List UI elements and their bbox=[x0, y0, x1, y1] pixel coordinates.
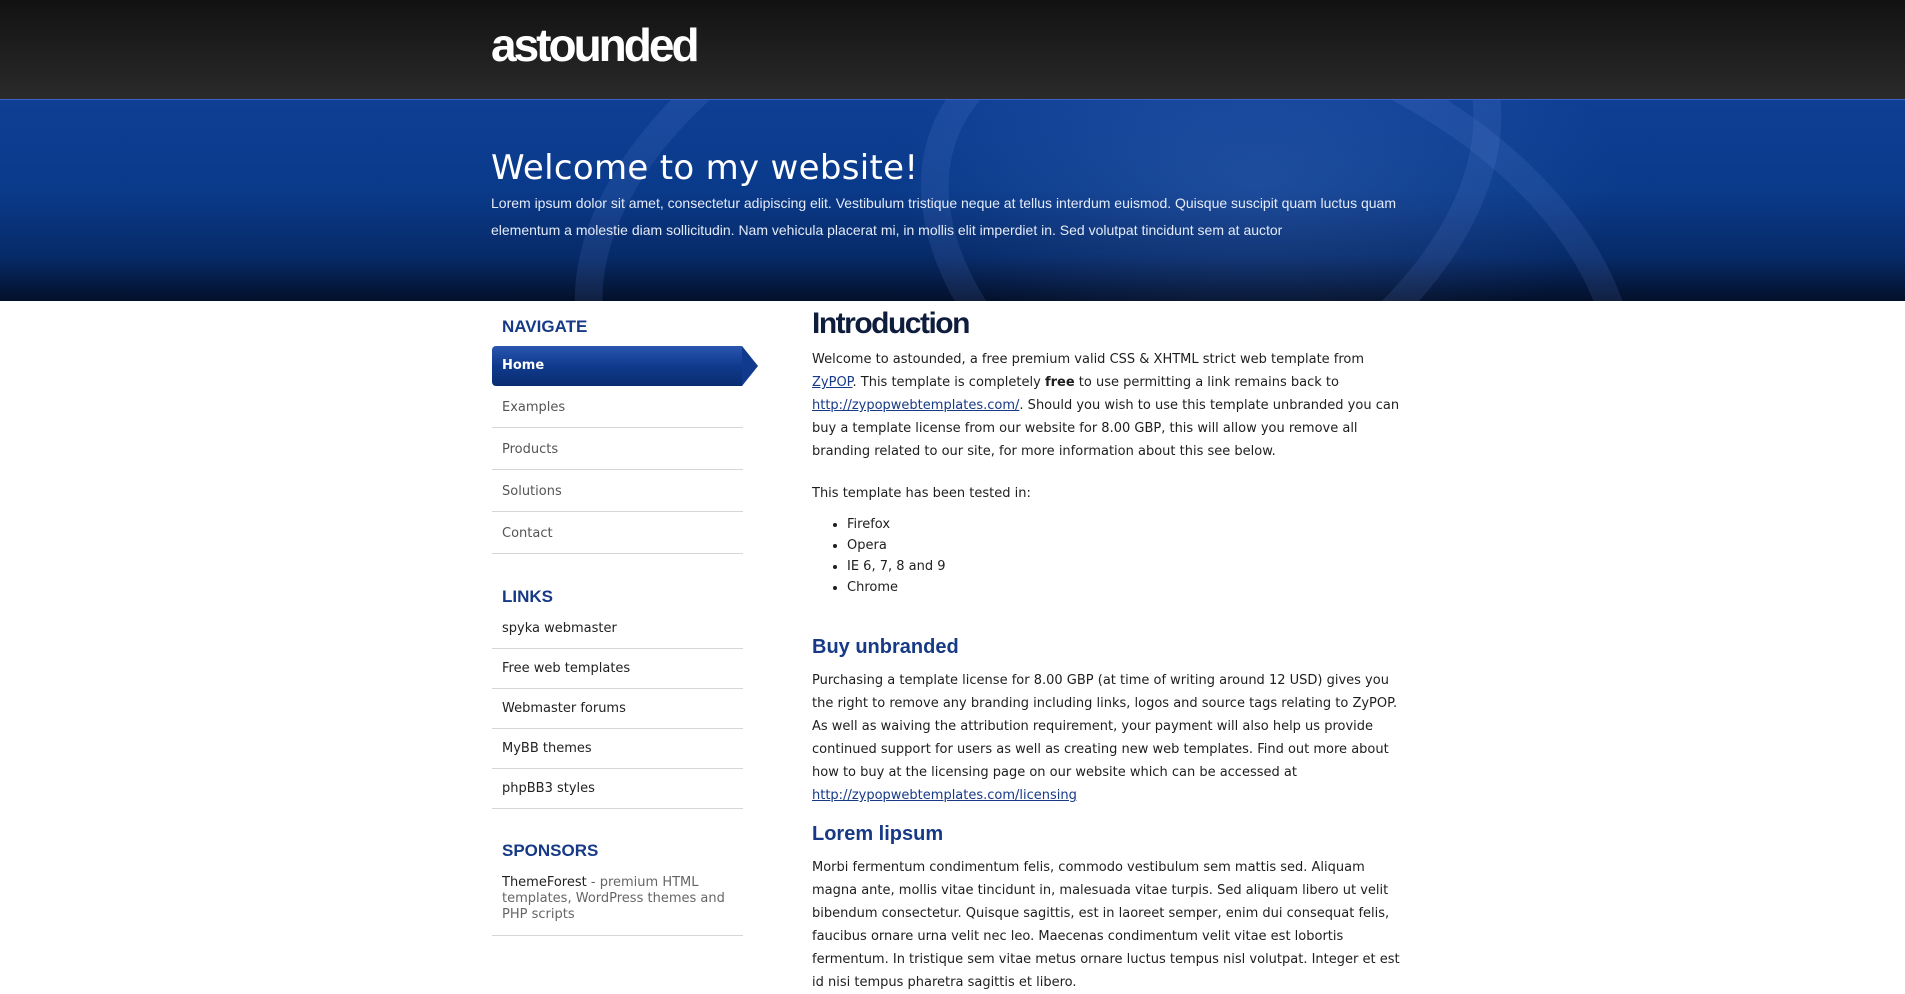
zypop-url-link[interactable]: http://zypopwebtemplates.com/ bbox=[812, 398, 1019, 413]
site-header: astounded bbox=[0, 0, 1905, 100]
hero-banner: Welcome to my website! Lorem ipsum dolor… bbox=[0, 100, 1905, 301]
nav-item-examples[interactable]: Examples bbox=[492, 386, 743, 428]
nav-item-solutions[interactable]: Solutions bbox=[492, 470, 743, 512]
hero-title: Welcome to my website! bbox=[491, 148, 919, 188]
lorem-heading: Lorem lipsum bbox=[812, 823, 944, 845]
browser-list: Firefox Opera IE 6, 7, 8 and 9 Chrome bbox=[812, 514, 1412, 598]
lorem-paragraph: Morbi fermentum condimentum felis, commo… bbox=[812, 860, 1400, 990]
link-phpbb3-styles[interactable]: phpBB3 styles bbox=[492, 769, 743, 809]
licensing-link[interactable]: http://zypopwebtemplates.com/licensing bbox=[812, 788, 1077, 803]
intro-paragraph: Welcome to astounded, a free premium val… bbox=[812, 348, 1412, 463]
hero-text: Lorem ipsum dolor sit amet, consectetur … bbox=[491, 195, 1397, 238]
buy-paragraph: Purchasing a template license for 8.00 G… bbox=[812, 669, 1412, 807]
link-free-web-templates[interactable]: Free web templates bbox=[492, 649, 743, 689]
navigate-heading: NAVIGATE bbox=[502, 317, 588, 336]
site-logo[interactable]: astounded bbox=[491, 18, 700, 72]
intro-text: Welcome to astounded, a free premium val… bbox=[812, 352, 1365, 367]
tested-intro: This template has been tested in: bbox=[812, 486, 1031, 501]
links-heading: LINKS bbox=[502, 587, 553, 606]
nav-item-products[interactable]: Products bbox=[492, 428, 743, 470]
intro-text: to use permitting a link remains back to bbox=[1074, 375, 1339, 390]
list-item: Firefox bbox=[847, 514, 1412, 535]
buy-unbranded-heading: Buy unbranded bbox=[812, 636, 959, 658]
buy-text: Purchasing a template license for 8.00 G… bbox=[812, 673, 1398, 780]
link-spyka-webmaster[interactable]: spyka webmaster bbox=[492, 609, 743, 649]
sidebar: NAVIGATE Home Examples Products Solution… bbox=[492, 300, 758, 936]
links-list: spyka webmaster Free web templates Webma… bbox=[492, 609, 757, 809]
intro-text: . This template is completely bbox=[852, 375, 1045, 390]
sponsor-item[interactable]: ThemeForest - premium HTML templates, Wo… bbox=[492, 865, 743, 936]
main-content: Introduction Welcome to astounded, a fre… bbox=[812, 307, 1412, 994]
nav-menu: Home Examples Products Solutions Contact bbox=[492, 346, 758, 554]
list-item: IE 6, 7, 8 and 9 bbox=[847, 556, 1412, 577]
nav-item-home[interactable]: Home bbox=[492, 346, 758, 386]
free-emphasis: free bbox=[1044, 375, 1075, 390]
list-item: Opera bbox=[847, 535, 1412, 556]
sponsor-name[interactable]: ThemeForest bbox=[502, 875, 587, 890]
zypop-link[interactable]: ZyPOP bbox=[812, 375, 853, 390]
nav-item-contact[interactable]: Contact bbox=[492, 512, 743, 554]
sponsors-heading: SPONSORS bbox=[502, 841, 599, 860]
link-webmaster-forums[interactable]: Webmaster forums bbox=[492, 689, 743, 729]
link-mybb-themes[interactable]: MyBB themes bbox=[492, 729, 743, 769]
intro-heading: Introduction bbox=[812, 307, 970, 340]
list-item: Chrome bbox=[847, 577, 1412, 598]
